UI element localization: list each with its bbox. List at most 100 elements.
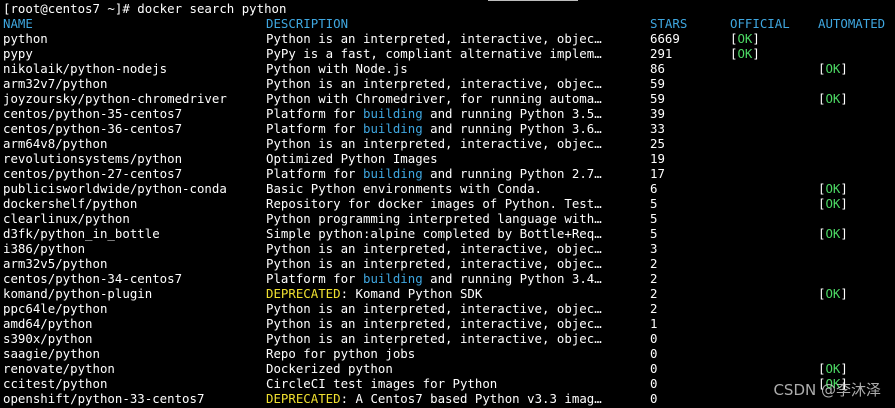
image-stars: 86: [650, 61, 665, 76]
image-stars: 2: [650, 301, 658, 316]
automated-cell: [OK]: [818, 61, 848, 76]
official-ok-badge: [OK]: [730, 31, 760, 46]
image-stars: 5: [650, 226, 658, 241]
terminal-window[interactable]: [root@centos7 ~]# docker search python N…: [0, 0, 895, 408]
image-description: Python is an interpreted, interactive, o…: [266, 241, 602, 256]
image-description: DEPRECATED: Komand Python SDK: [266, 286, 482, 301]
automated-ok-badge: [OK]: [818, 361, 848, 376]
building-keyword: building: [362, 121, 423, 136]
image-stars: 291: [650, 46, 673, 61]
description-text: and running Python 2.7…: [422, 166, 602, 181]
image-description: CircleCI test images for Python: [266, 376, 497, 391]
image-name: renovate/python: [3, 361, 115, 376]
image-stars: 2: [650, 271, 658, 286]
automated-cell: [OK]: [818, 181, 848, 196]
automated-ok-badge: [OK]: [818, 181, 848, 196]
description-text: and running Python 3.4…: [422, 271, 602, 286]
image-stars: 0: [650, 346, 658, 361]
image-name: clearlinux/python: [3, 211, 130, 226]
image-name: pypy: [3, 46, 33, 61]
description-text: Platform for: [266, 121, 363, 136]
automated-cell: [OK]: [818, 226, 848, 241]
description-text: Simple python:alpine completed by Bottle…: [266, 226, 602, 241]
image-name: arm32v7/python: [3, 76, 108, 91]
automated-cell: [OK]: [818, 91, 848, 106]
official-cell: [OK]: [730, 46, 760, 61]
description-text: Dockerized python: [266, 361, 393, 376]
selection-artifact: [488, 0, 578, 1]
image-stars: 0: [650, 361, 658, 376]
image-stars: 5: [650, 196, 658, 211]
building-keyword: building: [362, 166, 423, 181]
description-text: Python is an interpreted, interactive, o…: [266, 331, 602, 346]
automated-ok-badge: [OK]: [818, 91, 848, 106]
description-text: CircleCI test images for Python: [266, 376, 498, 391]
image-description: Simple python:alpine completed by Bottle…: [266, 226, 602, 241]
image-name: joyzoursky/python-chromedriver: [3, 91, 227, 106]
image-description: Python is an interpreted, interactive, o…: [266, 76, 602, 91]
image-stars: 2: [650, 286, 658, 301]
ok-text: OK: [825, 196, 841, 211]
image-description: Python is an interpreted, interactive, o…: [266, 31, 602, 46]
image-description: Repository for docker images of Python. …: [266, 196, 602, 211]
description-text: Platform for: [266, 166, 363, 181]
bracket-close: ]: [840, 361, 848, 376]
table-header-row: NAME DESCRIPTION STARS OFFICIAL AUTOMATE…: [3, 16, 885, 31]
header-automated: AUTOMATED: [818, 16, 886, 31]
automated-cell: [OK]: [818, 196, 848, 211]
description-text: Python is an interpreted, interactive, o…: [266, 241, 602, 256]
image-description: Platform for building and running Python…: [266, 121, 602, 136]
description-text: Python with Node.js: [266, 61, 408, 76]
image-description: Repo for python jobs: [266, 346, 415, 361]
automated-cell: [OK]: [818, 286, 848, 301]
image-description: PyPy is a fast, compliant alternative im…: [266, 46, 602, 61]
image-description: Platform for building and running Python…: [266, 271, 602, 286]
ok-text: OK: [737, 46, 753, 61]
header-stars: STARS: [650, 16, 688, 31]
description-text: Python is an interpreted, interactive, o…: [266, 256, 602, 271]
automated-ok-badge: [OK]: [818, 286, 848, 301]
image-stars: 19: [650, 151, 665, 166]
image-name: centos/python-35-centos7: [3, 106, 183, 121]
image-name: i386/python: [3, 241, 86, 256]
image-name: centos/python-36-centos7: [3, 121, 183, 136]
command-prompt-line: [root@centos7 ~]# docker search python: [3, 1, 287, 16]
image-name: publicisworldwide/python-conda: [3, 181, 227, 196]
image-name: ppc64le/python: [3, 301, 108, 316]
image-stars: 0: [650, 376, 658, 391]
image-name: revolutionsystems/python: [3, 151, 183, 166]
image-name: d3fk/python_in_bottle: [3, 226, 160, 241]
description-text: and running Python 3.6…: [422, 121, 602, 136]
bracket-close: ]: [840, 181, 848, 196]
image-stars: 39: [650, 106, 665, 121]
image-stars: 25: [650, 136, 665, 151]
image-name: dockershelf/python: [3, 196, 138, 211]
bracket-close: ]: [752, 31, 760, 46]
watermark: CSDN @李沐泽: [773, 381, 881, 399]
header-name: NAME: [3, 16, 33, 31]
deprecated-keyword: DEPRECATED: [266, 391, 341, 406]
image-description: Python programming interpreted language …: [266, 211, 602, 226]
official-cell: [OK]: [730, 31, 760, 46]
bracket-close: ]: [840, 226, 848, 241]
description-text: Python is an interpreted, interactive, o…: [266, 136, 602, 151]
image-name: amd64/python: [3, 316, 93, 331]
image-description: Python with Chromedriver, for running au…: [266, 91, 602, 106]
image-name: python: [3, 31, 48, 46]
description-text: Platform for: [266, 271, 363, 286]
image-stars: 0: [650, 391, 658, 406]
description-text: Platform for: [266, 106, 363, 121]
image-description: Python is an interpreted, interactive, o…: [266, 301, 602, 316]
image-description: Optimized Python Images: [266, 151, 438, 166]
image-stars: 3: [650, 241, 658, 256]
header-official: OFFICIAL: [730, 16, 790, 31]
description-text: Python is an interpreted, interactive, o…: [266, 76, 602, 91]
deprecated-keyword: DEPRECATED: [266, 286, 341, 301]
automated-cell: [OK]: [818, 361, 848, 376]
image-name: nikolaik/python-nodejs: [3, 61, 168, 76]
image-stars: 1: [650, 316, 658, 331]
automated-ok-badge: [OK]: [818, 226, 848, 241]
image-stars: 6669: [650, 31, 680, 46]
image-stars: 0: [650, 331, 658, 346]
building-keyword: building: [362, 106, 423, 121]
